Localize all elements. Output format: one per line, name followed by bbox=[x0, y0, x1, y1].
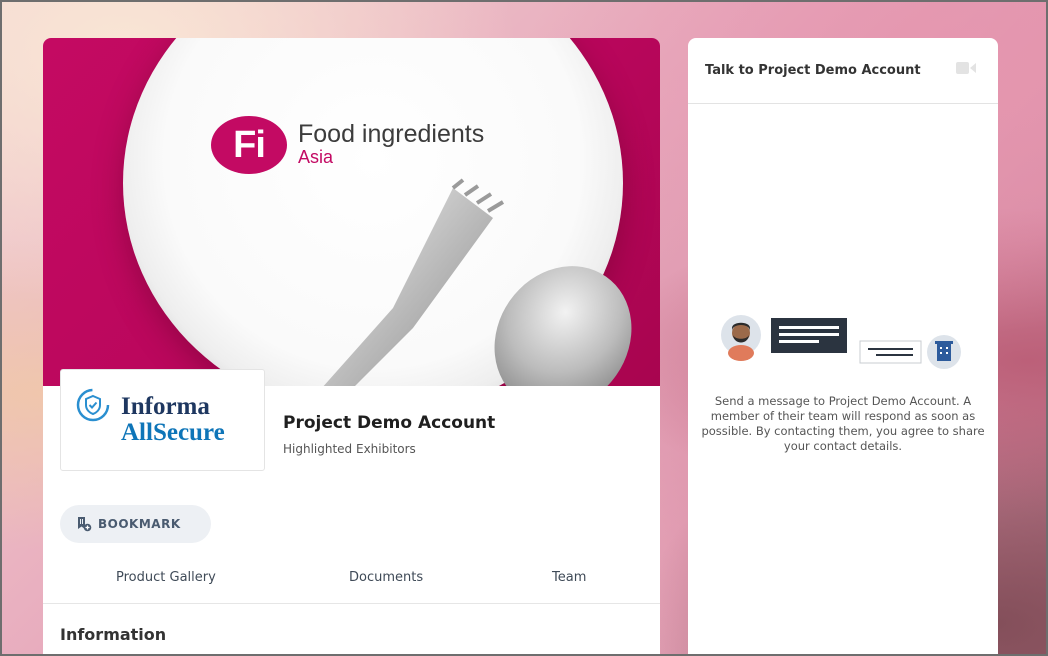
logo-word-informa: Informa bbox=[121, 393, 210, 420]
tab-documents[interactable]: Documents bbox=[349, 570, 423, 585]
chat-message-info: Send a message to Project Demo Account. … bbox=[701, 394, 985, 453]
tab-product-gallery[interactable]: Product Gallery bbox=[116, 570, 216, 585]
logo-word-allsecure: AllSecure bbox=[121, 419, 225, 446]
bookmark-add-icon bbox=[78, 517, 92, 532]
chat-illustration bbox=[721, 315, 961, 369]
bookmark-button[interactable]: BOOKMARK bbox=[60, 505, 211, 543]
exhibitor-logo: Informa AllSecure bbox=[60, 369, 265, 471]
bookmark-label: BOOKMARK bbox=[98, 517, 181, 531]
exhibitor-card: Fi Food ingredients Asia Informa AllSecu… bbox=[43, 38, 660, 656]
message-bubble-dark bbox=[771, 318, 847, 353]
tab-team[interactable]: Team bbox=[552, 570, 586, 585]
fi-logo-text: Food ingredients Asia bbox=[298, 120, 484, 168]
building-icon bbox=[927, 335, 961, 369]
company-category: Highlighted Exhibitors bbox=[283, 442, 416, 456]
company-name: Project Demo Account bbox=[283, 413, 496, 433]
chat-title: Talk to Project Demo Account bbox=[705, 63, 921, 78]
shield-check-icon bbox=[76, 388, 110, 422]
video-camera-icon[interactable] bbox=[956, 61, 976, 75]
chat-panel: Talk to Project Demo Account Send a mess… bbox=[688, 38, 998, 656]
exhibitor-banner: Fi Food ingredients Asia bbox=[43, 38, 660, 386]
message-bubble-light bbox=[859, 340, 922, 364]
information-heading: Information bbox=[60, 625, 167, 644]
fi-logo-line2: Asia bbox=[298, 147, 334, 167]
exhibitor-tabs: Product Gallery Documents Team bbox=[43, 558, 660, 604]
person-avatar-icon bbox=[721, 315, 761, 361]
fi-logo-mark: Fi bbox=[211, 116, 287, 174]
spoon-illustration bbox=[494, 266, 632, 386]
chat-header: Talk to Project Demo Account bbox=[688, 38, 998, 104]
fi-logo-line1: Food ingredients bbox=[298, 120, 485, 148]
